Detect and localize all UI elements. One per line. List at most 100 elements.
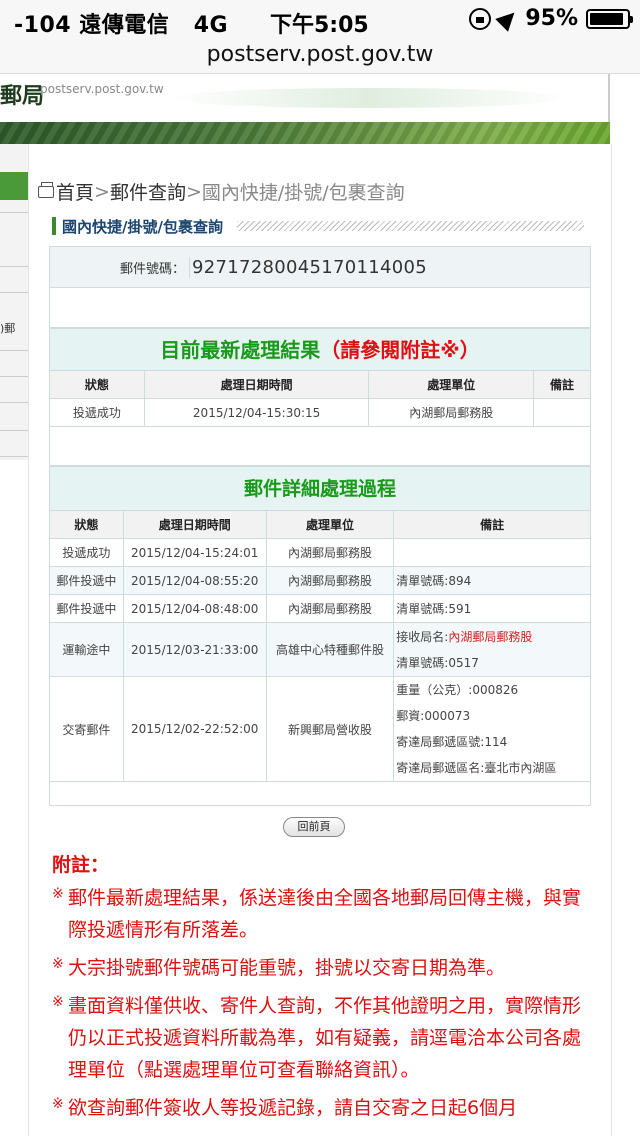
column-header: 處理單位 <box>265 510 395 539</box>
column-header: 處理日期時間 <box>143 370 370 399</box>
breadcrumb-mail-query[interactable]: 郵件查詢 <box>110 178 186 205</box>
breadcrumb: 首頁 > 郵件查詢 > 國內快捷/掛號/包裹查詢 <box>38 178 405 205</box>
section-title-text: 國內快捷/掛號/包裹查詢 <box>62 217 223 236</box>
latest-result-title: 目前最新處理結果（請參閱附註※） <box>49 328 591 370</box>
breadcrumb-home[interactable]: 首頁 <box>56 178 94 205</box>
list-item: ※ 欲查詢郵件簽收人等投遞記錄，請自交寄之日起6個月 <box>52 1092 592 1124</box>
list-item: ※ 大宗掛號郵件號碼可能重號，掛號以交寄日期為準。 <box>52 952 592 984</box>
note-text: 欲查詢郵件簽收人等投遞記錄，請自交寄之日起6個月 <box>68 1097 518 1119</box>
column-header: 備註 <box>533 370 591 399</box>
tracking-number-row: 郵件號碼： 92717280045170114005 <box>49 246 591 288</box>
breadcrumb-current: 國內快捷/掛號/包裹查詢 <box>201 182 405 204</box>
cell-unit-link[interactable]: 新興郵局營收股 <box>265 676 395 782</box>
cell-unit-link[interactable]: 內湖郵局郵務股 <box>368 398 535 427</box>
cell-datetime: 2015/12/03-21:33:00 <box>122 622 267 677</box>
column-header: 備註 <box>393 510 591 539</box>
column-header: 狀態 <box>49 370 145 399</box>
side-menu-divider <box>0 292 28 293</box>
table-row: 運輸途中 2015/12/03-21:33:00 高雄中心特種郵件股 接收局名:… <box>49 622 591 677</box>
notes-title: 附註： <box>52 854 110 876</box>
cell-unit-link[interactable]: 高雄中心特種郵件股 <box>265 622 395 677</box>
side-menu-divider <box>0 350 28 351</box>
section-title-hatch-decoration <box>236 221 584 231</box>
column-header: 處理單位 <box>368 370 535 399</box>
side-menu-divider <box>0 376 28 377</box>
list-item: ※ 郵件最新處理結果，係送達後由全國各地郵局回傳主機，與實際投遞情形有所落差。 <box>52 882 592 946</box>
battery-icon <box>586 8 633 29</box>
list-item: ※ 畫面資料僅供收、寄件人查詢，不作其他證明之用，實際情形仍以正式投遞資料所載為準… <box>52 990 592 1086</box>
side-menu-active-item[interactable] <box>0 172 28 200</box>
asterisk-marker: ※ <box>52 886 64 902</box>
table-row: 郵件投遞中 2015/12/04-08:55:20 內湖郵局郵務股 清單號碼:8… <box>49 566 591 595</box>
site-logo[interactable]: 郵局 <box>0 78 44 110</box>
network-label: 4G <box>193 13 229 38</box>
side-menu-divider <box>0 212 28 213</box>
cell-note <box>393 538 591 567</box>
cell-datetime: 2015/12/04-08:48:00 <box>122 594 267 623</box>
side-menu-text-fragment[interactable]: )郵 <box>0 320 15 336</box>
cell-unit-link[interactable]: 內湖郵局郵務股 <box>265 566 395 595</box>
side-menu-divider <box>0 266 28 267</box>
note-receiving-unit-link[interactable]: 內湖郵局郵務股 <box>448 630 532 644</box>
cell-status: 投遞成功 <box>49 538 124 567</box>
note-line: 接收局名:內湖郵局郵務股 <box>396 624 590 650</box>
cell-datetime: 2015/12/04-08:55:20 <box>122 566 267 595</box>
note-line: 清單號碼:0517 <box>396 655 479 670</box>
tracking-number-label: 郵件號碼： <box>119 261 185 277</box>
spacer-row <box>49 288 591 328</box>
cell-datetime: 2015/12/02-22:52:00 <box>122 676 267 782</box>
clock: 下午5:05 <box>270 13 369 38</box>
header-edge <box>608 74 610 122</box>
cell-note: 清單號碼:894 <box>393 566 591 595</box>
home-icon[interactable] <box>38 181 54 198</box>
cell-note: 清單號碼:591 <box>393 594 591 623</box>
location-arrow-icon <box>495 5 522 32</box>
asterisk-marker: ※ <box>52 956 64 972</box>
note-line: 清單號碼:894 <box>396 573 472 588</box>
cell-datetime: 2015/12/04-15:30:15 <box>143 398 370 427</box>
table-row: 投遞成功 2015/12/04-15:24:01 內湖郵局郵務股 <box>49 538 591 567</box>
table-header-row: 狀態 處理日期時間 處理單位 備註 <box>49 510 591 539</box>
detail-process-title: 郵件詳細處理過程 <box>49 466 591 510</box>
detail-process-table: 狀態 處理日期時間 處理單位 備註 投遞成功 2015/12/04-15:24:… <box>49 510 591 782</box>
side-menu-divider <box>0 402 28 403</box>
latest-result-title-text: 目前最新處理結果 <box>160 338 321 362</box>
table-header-row: 狀態 處理日期時間 處理單位 備註 <box>49 370 591 399</box>
asterisk-marker: ※ <box>52 1096 64 1112</box>
notes-list: ※ 郵件最新處理結果，係送達後由全國各地郵局回傳主機，與實際投遞情形有所落差。 ※… <box>52 882 592 1130</box>
breadcrumb-separator: > <box>185 180 202 203</box>
back-button[interactable]: 回前頁 <box>283 817 345 837</box>
cell-status: 運輸途中 <box>49 622 124 677</box>
note-receiving-label: 接收局名: <box>396 629 449 644</box>
table-row: 投遞成功 2015/12/04-15:30:15 內湖郵局郵務股 <box>49 398 591 427</box>
url-text: postserv.post.gov.tw <box>206 42 434 67</box>
cell-status: 郵件投遞中 <box>49 594 124 623</box>
note-line: 重量（公克）:000826 <box>396 683 519 697</box>
cell-unit-link[interactable]: 內湖郵局郵務股 <box>265 594 395 623</box>
rotation-lock-icon <box>469 7 492 30</box>
spacer-row <box>49 780 591 806</box>
site-header: 郵局 postserv.post.gov.tw <box>0 74 640 122</box>
green-banner <box>0 122 610 144</box>
carrier-label: -104 遠傳電信 <box>14 13 170 38</box>
site-logo-url: postserv.post.gov.tw <box>40 82 164 96</box>
note-text: 郵件最新處理結果，係送達後由全國各地郵局回傳主機，與實際投遞情形有所落差。 <box>68 887 582 941</box>
column-header: 狀態 <box>49 510 124 539</box>
note-line: 清單號碼:591 <box>396 601 472 616</box>
cell-note: 接收局名:內湖郵局郵務股 清單號碼:0517 <box>393 622 591 677</box>
battery-percent: 95% <box>525 6 578 31</box>
latest-result-title-note: （請參閱附註※） <box>320 338 480 362</box>
section-title: 國內快捷/掛號/包裹查詢 <box>52 214 584 238</box>
table-row: 交寄郵件 2015/12/02-22:52:00 新興郵局營收股 重量（公克）:… <box>49 676 591 782</box>
cell-unit-link[interactable]: 內湖郵局郵務股 <box>265 538 395 567</box>
breadcrumb-separator: > <box>94 180 110 203</box>
side-menu-divider <box>0 430 28 431</box>
cell-note: 重量（公克）:000826 郵資:000073 寄達局郵遞區號:114 寄達局郵… <box>393 676 591 782</box>
spacer-row <box>49 426 591 466</box>
cell-status: 郵件投遞中 <box>49 566 124 595</box>
banner-foliage <box>0 122 610 144</box>
cell-status: 投遞成功 <box>49 398 145 427</box>
url-bar[interactable]: postserv.post.gov.tw <box>0 40 640 74</box>
tracking-number-value: 92717280045170114005 <box>189 256 427 278</box>
side-menu-fragment[interactable]: )郵 <box>0 144 28 460</box>
